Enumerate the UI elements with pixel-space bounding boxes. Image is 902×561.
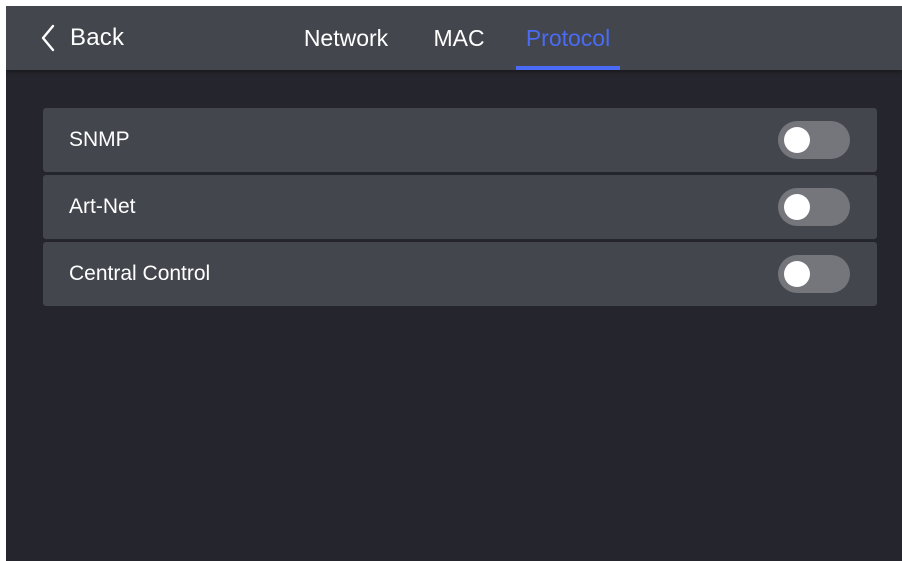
protocol-label-central-control: Central Control <box>69 262 211 285</box>
tab-network-label: Network <box>303 25 389 51</box>
central-control-toggle[interactable] <box>778 255 850 293</box>
tab-mac[interactable]: MAC <box>430 6 488 70</box>
toggle-knob <box>784 261 810 287</box>
toggle-knob <box>784 194 810 220</box>
protocol-label-art-net: Art-Net <box>69 195 136 218</box>
toggle-knob <box>784 127 810 153</box>
tab-network[interactable]: Network <box>296 6 396 70</box>
active-tab-indicator <box>516 66 620 70</box>
top-navigation-bar: Back Network MAC Protocol <box>6 6 902 70</box>
tab-protocol-label: Protocol <box>525 25 611 51</box>
protocol-settings-screen: Back Network MAC Protocol SNMP Art-Net C… <box>6 6 902 561</box>
protocol-row-central-control: Central Control <box>43 242 877 306</box>
protocol-list: SNMP Art-Net Central Control <box>43 108 877 309</box>
art-net-toggle[interactable] <box>778 188 850 226</box>
protocol-row-snmp: SNMP <box>43 108 877 172</box>
protocol-row-art-net: Art-Net <box>43 175 877 239</box>
protocol-label-snmp: SNMP <box>69 128 130 151</box>
chevron-left-icon <box>40 24 56 52</box>
snmp-toggle[interactable] <box>778 121 850 159</box>
back-button[interactable]: Back <box>40 20 124 56</box>
tab-mac-label: MAC <box>433 25 485 51</box>
tab-protocol[interactable]: Protocol <box>516 6 620 70</box>
back-label: Back <box>70 24 125 51</box>
